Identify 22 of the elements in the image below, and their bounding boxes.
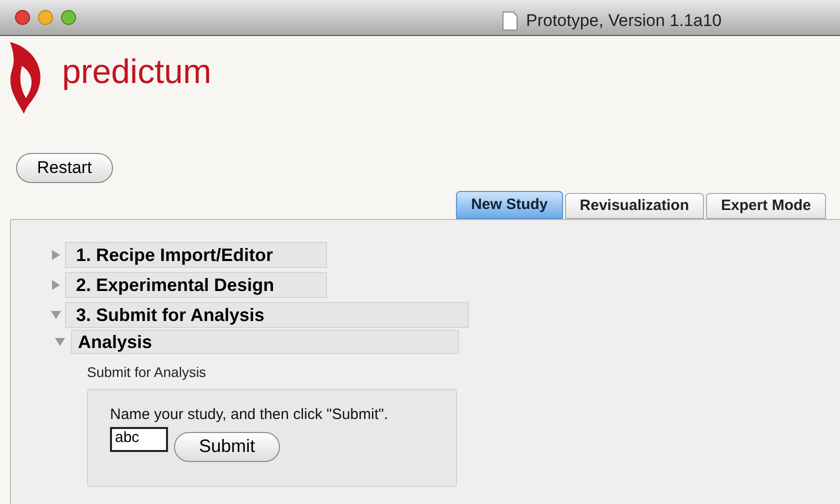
section-header[interactable]: Analysis <box>71 330 459 354</box>
tab[interactable]: New Study <box>456 191 563 219</box>
logo-text: predictum <box>62 52 212 92</box>
input-field[interactable]: abc <box>110 426 168 452</box>
collapse-triangle-icon[interactable] <box>51 310 61 320</box>
section-header[interactable]: 2. Experimental Design <box>65 272 327 298</box>
submit-button[interactable]: Submit <box>174 432 280 462</box>
instruction-text: Name your study, and then click "Submit". <box>110 405 389 425</box>
minimize-icon[interactable] <box>38 10 53 25</box>
subtitle: Submit for Analysis <box>87 363 208 382</box>
section-header[interactable]: 3. Submit for Analysis <box>65 302 469 328</box>
section-header[interactable]: 1. Recipe Import/Editor <box>65 242 327 268</box>
zoom-icon[interactable] <box>61 10 76 25</box>
expand-triangle-icon[interactable] <box>51 250 61 260</box>
window-title: Prototype, Version 1.1a10 <box>526 10 722 32</box>
restart-button[interactable]: Restart <box>16 153 113 183</box>
tab[interactable]: Expert Mode <box>706 193 826 219</box>
expand-triangle-icon[interactable] <box>51 280 61 290</box>
tab[interactable]: Revisualization <box>564 193 704 219</box>
close-icon[interactable] <box>15 10 30 25</box>
collapse-triangle-icon[interactable] <box>55 337 65 347</box>
document-icon <box>502 10 518 31</box>
